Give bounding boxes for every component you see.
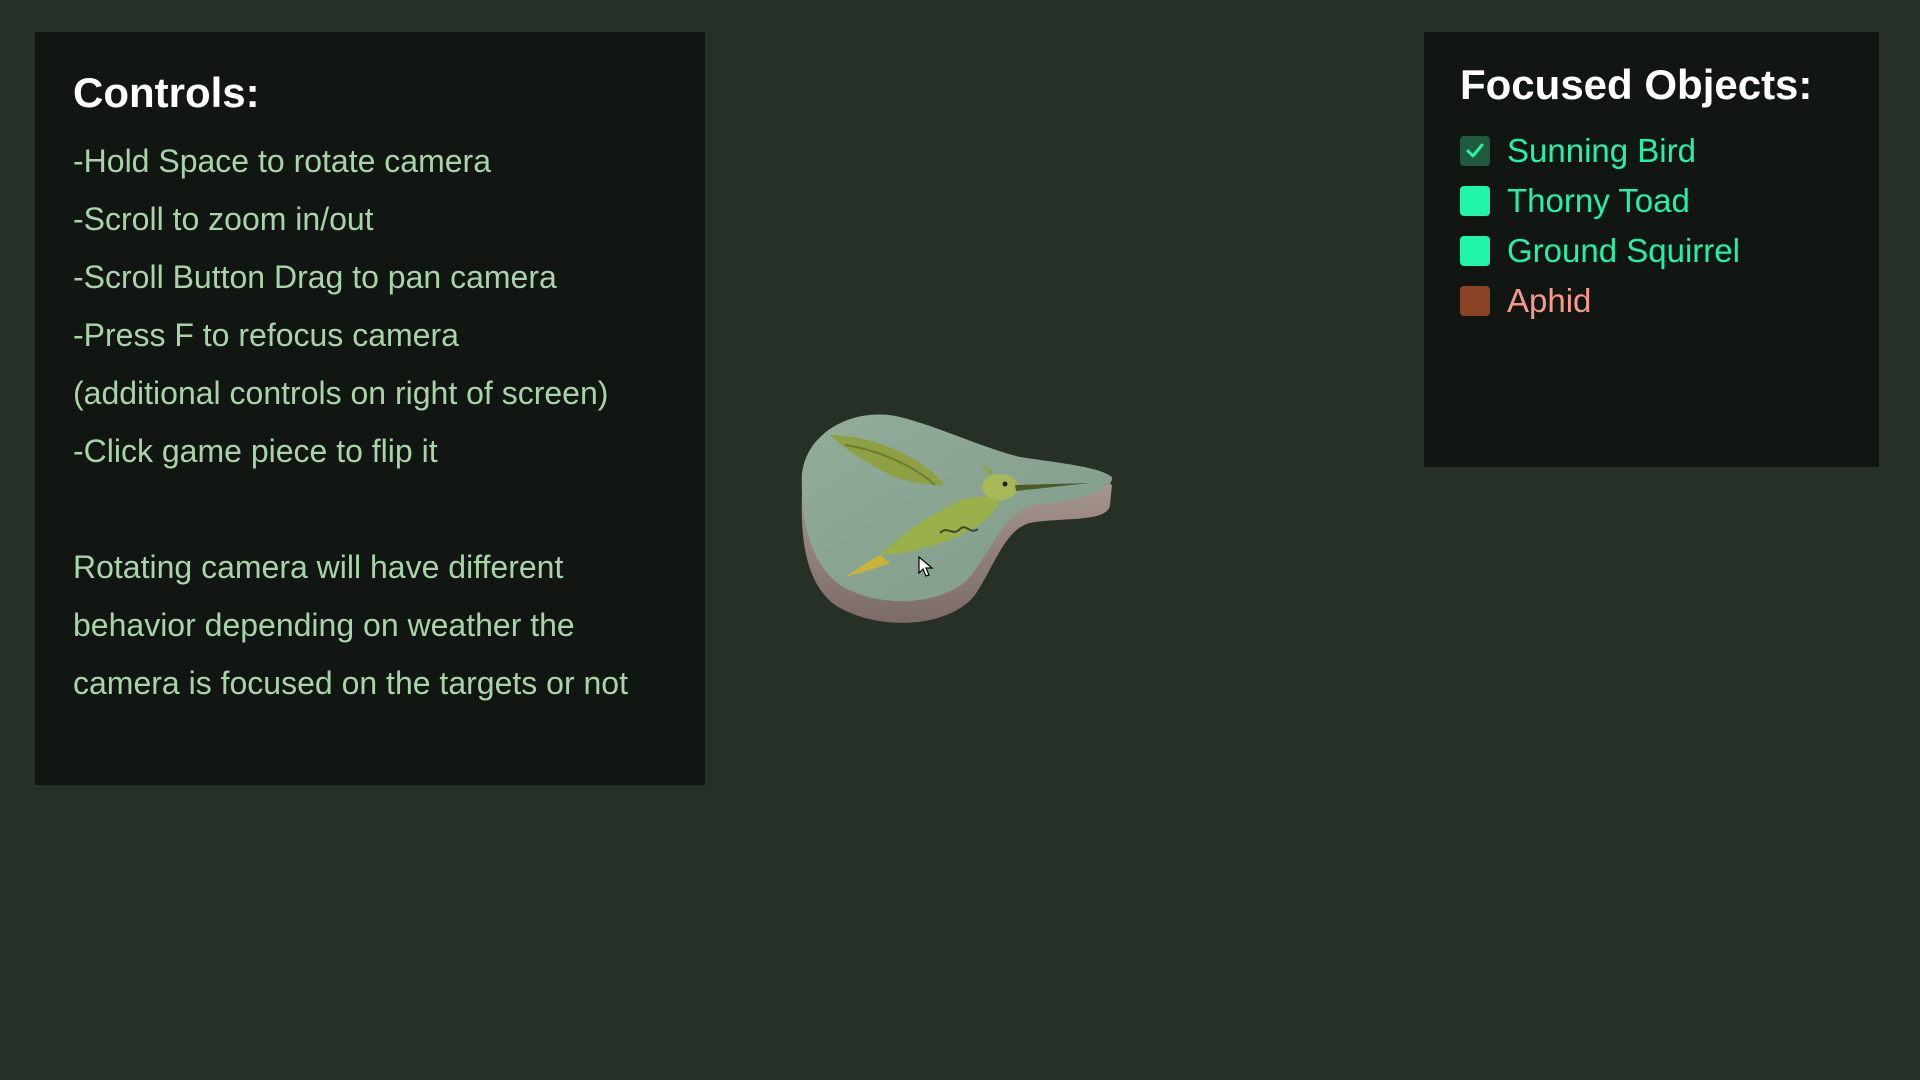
camera-note: Rotating camera will have different beha… [73,538,667,712]
camera-note-line: camera is focused on the targets or not [73,665,628,702]
control-instruction: -Press F to refocus camera [73,317,459,354]
mouse-cursor-icon [918,556,934,577]
focus-item-label: Thorny Toad [1507,182,1690,220]
focus-item-ground-squirrel[interactable]: Ground Squirrel [1460,226,1843,276]
focused-objects-title: Focused Objects: [1460,61,1813,108]
control-instruction: -Scroll Button Drag to pan camera [73,259,557,296]
focus-checkbox[interactable] [1460,286,1490,317]
focused-objects-panel: Focused Objects: Sunning Bird Thorny Toa… [1424,32,1879,467]
focus-item-label: Aphid [1507,282,1592,320]
focus-item-thorny-toad[interactable]: Thorny Toad [1460,176,1843,226]
control-instruction: -Scroll to zoom in/out [73,201,374,238]
control-instruction: -Hold Space to rotate camera [73,143,491,180]
focused-objects-list: Sunning Bird Thorny Toad Ground Squirrel… [1460,126,1843,326]
focus-checkbox[interactable] [1460,236,1490,267]
controls-title: Controls: [73,69,260,116]
focus-checkbox[interactable] [1460,136,1490,167]
control-instruction: -Click game piece to flip it [73,433,438,470]
controls-list: -Hold Space to rotate camera -Scroll to … [73,132,667,480]
controls-panel: Controls: -Hold Space to rotate camera -… [35,32,705,785]
control-instruction: (additional controls on right of screen) [73,375,609,412]
check-icon [1466,143,1484,158]
focus-item-aphid[interactable]: Aphid [1460,276,1843,326]
focus-item-label: Ground Squirrel [1507,232,1740,270]
camera-note-line: Rotating camera will have different [73,549,564,586]
game-viewport[interactable]: Controls: -Hold Space to rotate camera -… [0,0,1920,1080]
camera-note-line: behavior depending on weather the [73,607,575,644]
game-piece-hummingbird[interactable] [790,405,1120,635]
focus-item-label: Sunning Bird [1507,132,1696,170]
focus-item-sunning-bird[interactable]: Sunning Bird [1460,126,1843,176]
focus-checkbox[interactable] [1460,186,1490,217]
game-piece-token [801,414,1113,623]
